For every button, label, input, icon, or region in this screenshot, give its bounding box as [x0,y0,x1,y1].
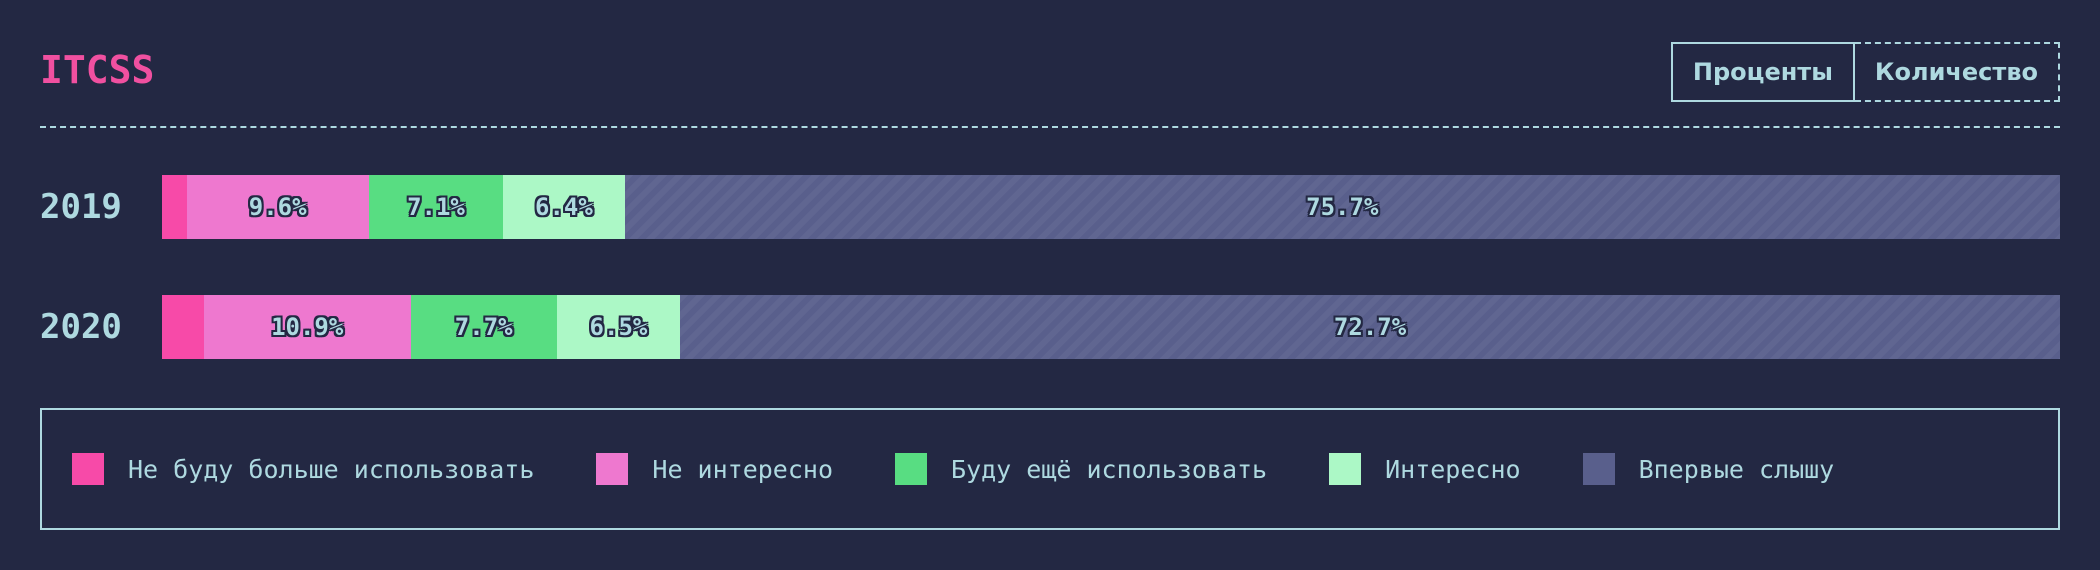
stacked-bar: 9.6% 7.1% 6.4% 75.7% [162,175,2060,239]
legend-label: Не буду больше использовать [128,454,535,484]
legend-swatch [1582,453,1615,485]
percent-toggle-button[interactable]: Проценты [1670,42,1855,102]
chart-legend: Не буду больше использовать Не интересно Б… [40,408,2060,530]
segment-value-label: 7.7% [454,313,513,341]
bar-segment[interactable] [162,295,204,359]
bar-segment[interactable] [162,175,187,239]
segment-value-label: 9.6% [248,193,307,221]
legend-label: Интересно [1385,454,1521,484]
bar-row-2020: 2020 10.9% 7.7% 6.5% 72.7% [40,295,2060,359]
legend-item[interactable]: Не интересно [596,453,833,485]
legend-swatch [895,453,928,485]
legend-swatch [596,453,629,485]
bar-row-2019: 2019 9.6% 7.1% 6.4% 75.7% [40,175,2060,239]
bar-segment[interactable]: 6.5% [556,295,681,359]
legend-item[interactable]: Впервые слышу [1582,453,1835,485]
legend-item[interactable]: Интересно [1329,453,1521,485]
legend-swatch [1329,453,1362,485]
stacked-bar: 10.9% 7.7% 6.5% 72.7% [162,295,2060,359]
header-divider [40,126,2060,128]
category-label: 2020 [40,307,122,347]
count-toggle-button[interactable]: Количество [1854,42,2060,102]
chart-title: ITCSS [40,48,155,92]
segment-value-label: 75.7% [1306,193,1379,221]
bar-segment[interactable]: 7.1% [368,175,504,239]
bar-segment[interactable]: 72.7% [680,295,2060,359]
segment-value-label: 72.7% [1333,313,1407,341]
bar-segment[interactable]: 6.4% [503,175,625,239]
bar-segment[interactable]: 7.7% [410,295,557,359]
legend-label: Не интересно [652,454,834,484]
chart-page: ITCSS Проценты Количество 2019 9.6% 7.1% 6.… [0,0,2100,570]
segment-value-label: 6.4% [535,193,593,221]
segment-value-label: 7.1% [407,193,465,221]
display-mode-toggle: Проценты Количество [1670,42,2060,102]
segment-value-label: 6.5% [589,313,648,341]
legend-label: Впервые слышу [1638,454,1835,484]
legend-item[interactable]: Не буду больше использовать [72,453,534,485]
category-label: 2019 [40,187,122,227]
legend-label: Буду ещё использовать [951,454,1268,484]
legend-swatch [72,453,104,485]
bar-segment[interactable]: 9.6% [186,175,369,239]
bar-segment[interactable]: 75.7% [624,175,2060,239]
legend-item[interactable]: Буду ещё использовать [895,453,1267,485]
bar-segment[interactable]: 10.9% [203,295,411,359]
segment-value-label: 10.9% [271,313,344,341]
